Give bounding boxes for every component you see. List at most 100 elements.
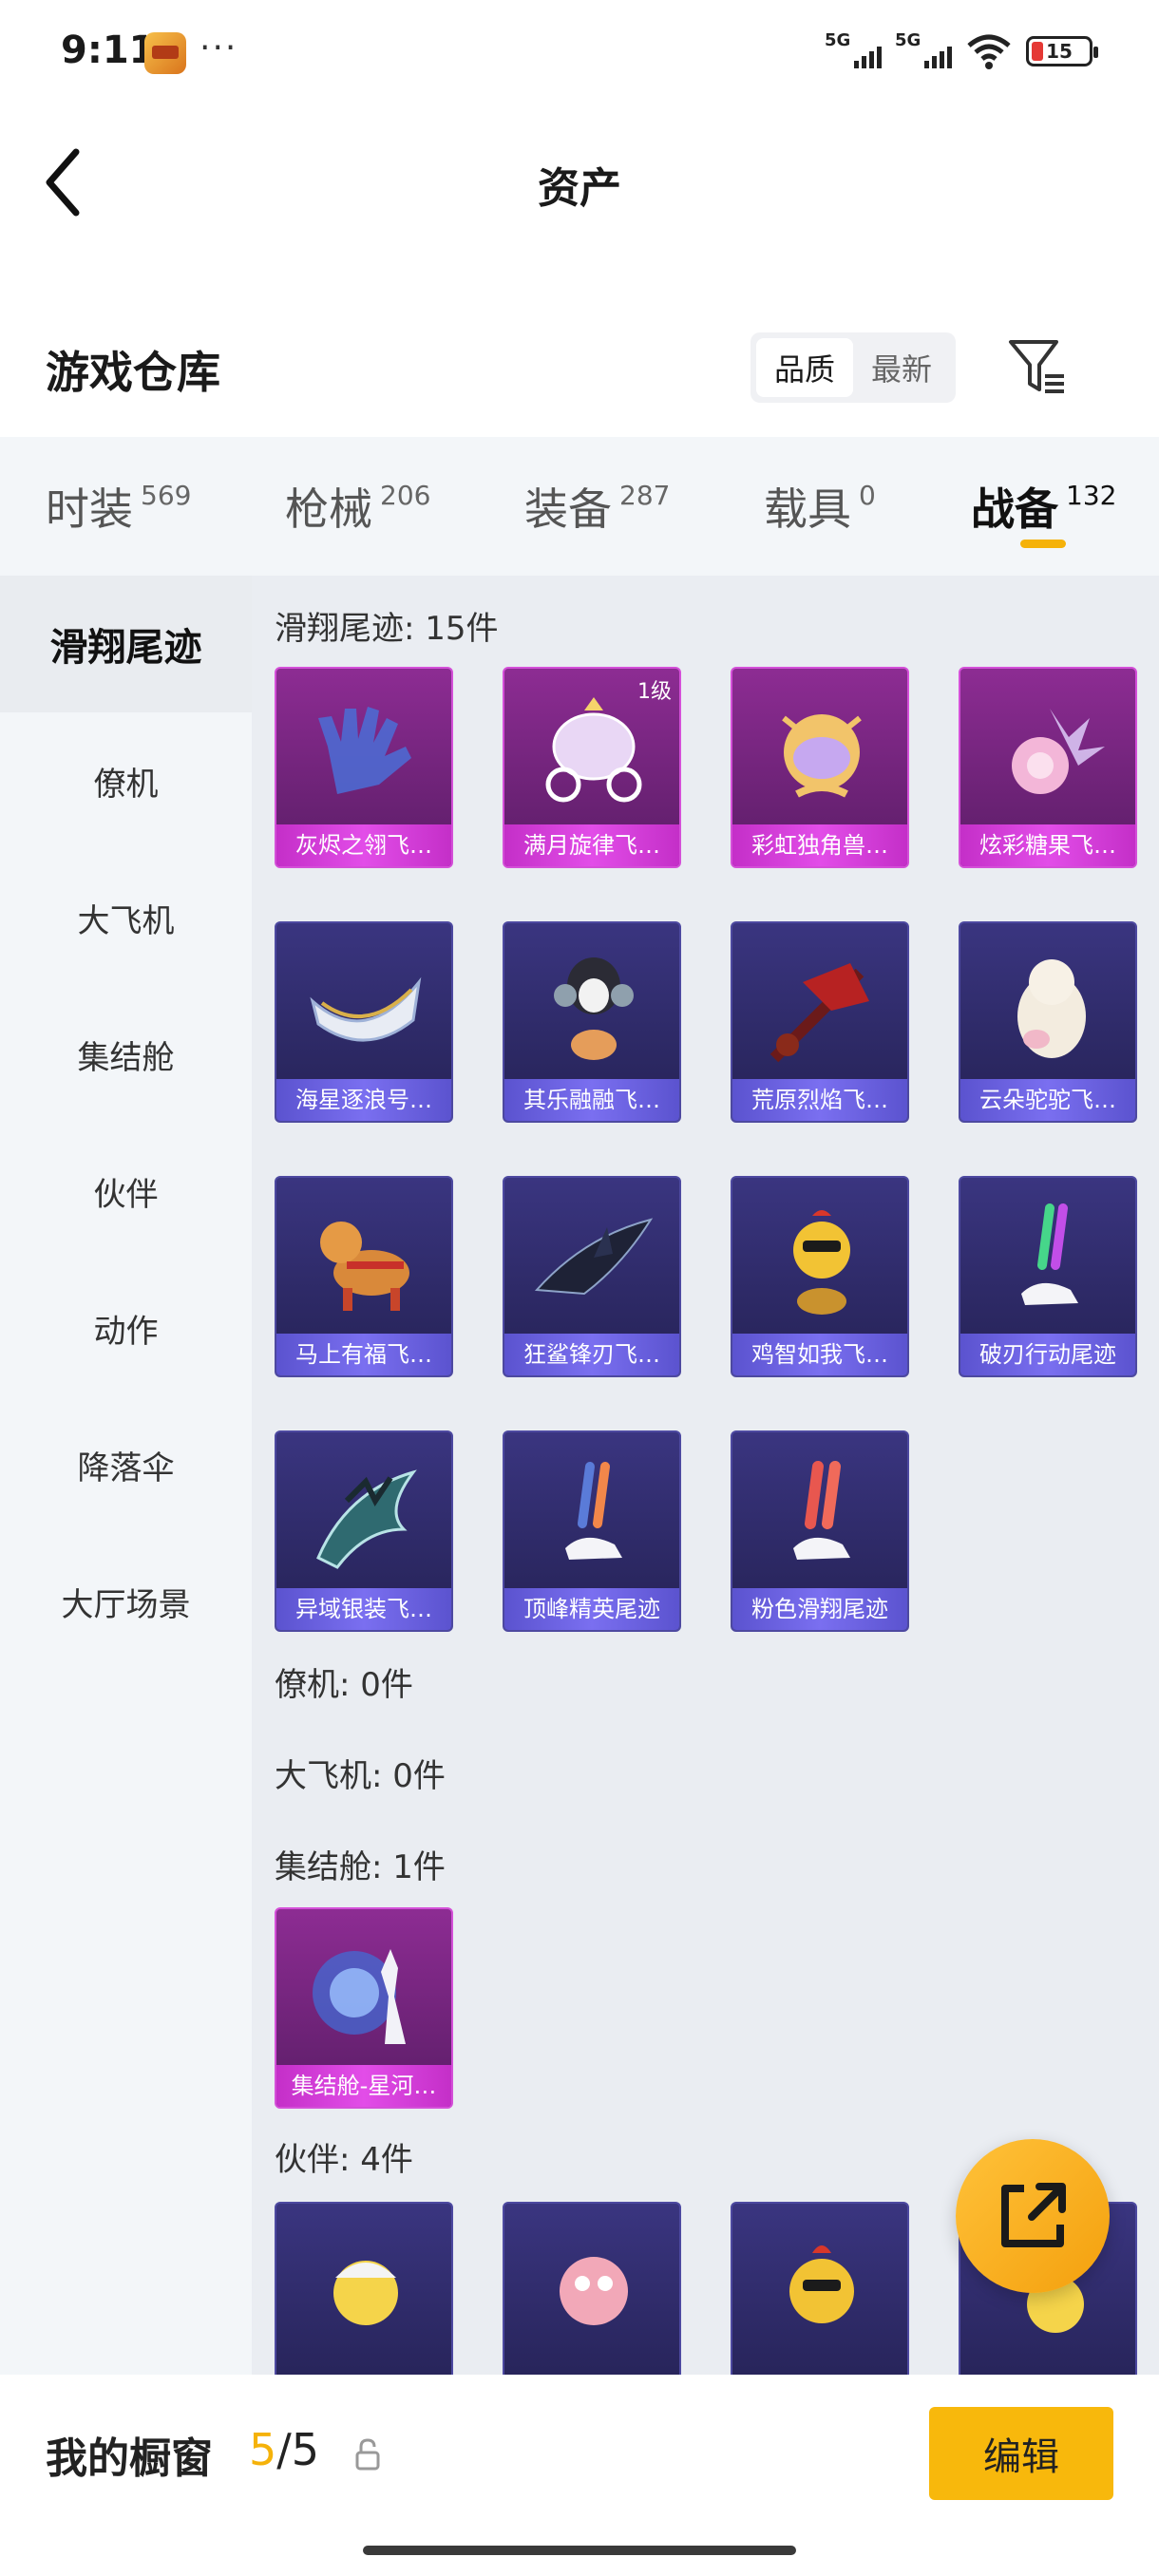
edit-button[interactable]: 编辑 bbox=[929, 2407, 1113, 2500]
item-card[interactable]: 其乐融融飞… bbox=[503, 921, 681, 1123]
status-time: 9:11 bbox=[61, 28, 156, 72]
chicken-icon bbox=[789, 2245, 854, 2323]
portal-icon bbox=[313, 1949, 406, 2044]
item-card[interactable]: 马上有福飞… bbox=[275, 1176, 453, 1377]
warehouse-title: 游戏仓库 bbox=[46, 347, 220, 398]
item-card[interactable] bbox=[731, 2202, 909, 2375]
item-card[interactable] bbox=[503, 2202, 681, 2375]
app-header: 资产 bbox=[0, 104, 1159, 247]
signal-label-2: 5G bbox=[895, 30, 922, 50]
tab-label: 载具 bbox=[764, 483, 851, 535]
sidebar-item-parachute[interactable]: 降落伞 bbox=[0, 1396, 252, 1533]
trail-figure-icon bbox=[565, 1462, 622, 1560]
sidebar-item-action[interactable]: 动作 bbox=[0, 1260, 252, 1396]
tab-vehicles[interactable]: 载具 0 bbox=[764, 437, 876, 576]
item-label: 其乐融融飞… bbox=[504, 1079, 679, 1121]
item-card[interactable]: 灰烬之翎飞… bbox=[275, 667, 453, 868]
bird-icon bbox=[560, 2257, 628, 2325]
sort-toggle: 品质 最新 bbox=[750, 332, 956, 403]
item-label: 破刃行动尾迹 bbox=[960, 1334, 1135, 1375]
flame-glider-icon bbox=[770, 963, 869, 1063]
tab-label: 枪械 bbox=[285, 483, 372, 535]
tab-label: 战备 bbox=[971, 483, 1058, 535]
item-card[interactable]: 云朵驼驼飞… bbox=[959, 921, 1137, 1123]
home-indicator[interactable] bbox=[363, 2546, 796, 2555]
lock-icon bbox=[355, 2438, 380, 2471]
sidebar-item-glide-trail[interactable]: 滑翔尾迹 bbox=[0, 576, 252, 712]
item-card[interactable]: 炫彩糖果飞… bbox=[959, 667, 1137, 868]
active-tab-indicator bbox=[1020, 540, 1066, 548]
section-title-partner: 伙伴: 4件 bbox=[275, 2141, 413, 2179]
battery-level: 15 bbox=[1046, 40, 1073, 63]
item-label: 顶峰精英尾迹 bbox=[504, 1588, 679, 1630]
chicken-icon bbox=[793, 1210, 850, 1315]
filter-icon[interactable] bbox=[1007, 334, 1068, 399]
trail-figure-icon bbox=[793, 1461, 850, 1560]
alpaca-icon bbox=[1017, 959, 1086, 1058]
section-title-glide: 滑翔尾迹: 15件 bbox=[275, 610, 499, 648]
tab-equipment[interactable]: 装备 287 bbox=[524, 437, 670, 576]
section-title-pod: 集结舱: 1件 bbox=[275, 1848, 446, 1886]
item-label: 海星逐浪号… bbox=[276, 1079, 451, 1121]
item-label: 炫彩糖果飞… bbox=[960, 824, 1135, 866]
item-card[interactable]: 破刃行动尾迹 bbox=[959, 1176, 1137, 1377]
category-tabs: 时装 569 枪械 206 装备 287 载具 0 战备 132 bbox=[0, 437, 1159, 576]
sidebar-item-lobby-scene[interactable]: 大厅场景 bbox=[0, 1533, 252, 1670]
tab-count: 569 bbox=[141, 479, 192, 511]
more-notifications-icon: ··· bbox=[200, 28, 238, 67]
item-card[interactable]: 集结舱-星河… bbox=[275, 1907, 453, 2109]
sidebar-item-wingman[interactable]: 僚机 bbox=[0, 712, 252, 849]
sidebar-item-partner[interactable]: 伙伴 bbox=[0, 1123, 252, 1260]
item-label: 彩虹独角兽… bbox=[732, 824, 907, 866]
showcase-count: 5/5 bbox=[249, 2424, 319, 2475]
sidebar-item-pod[interactable]: 集结舱 bbox=[0, 986, 252, 1123]
item-card[interactable]: 顶峰精英尾迹 bbox=[503, 1430, 681, 1632]
item-card[interactable]: 粉色滑翔尾迹 bbox=[731, 1430, 909, 1632]
boat-icon bbox=[310, 976, 422, 1042]
wifi-icon bbox=[967, 34, 1011, 69]
item-label: 异域银装飞… bbox=[276, 1588, 451, 1630]
tab-count: 206 bbox=[380, 479, 431, 511]
showcase-label: 我的橱窗 bbox=[46, 2434, 213, 2483]
tab-count: 287 bbox=[619, 479, 671, 511]
sort-newest-option[interactable]: 最新 bbox=[853, 338, 950, 397]
signal-label: 5G bbox=[825, 30, 851, 50]
item-label: 马上有福飞… bbox=[276, 1334, 451, 1375]
page-title: 资产 bbox=[538, 164, 621, 213]
item-label: 粉色滑翔尾迹 bbox=[732, 1588, 907, 1630]
tab-war-prep[interactable]: 战备 132 bbox=[971, 437, 1116, 576]
item-card[interactable]: 彩虹独角兽… bbox=[731, 667, 909, 868]
share-export-button[interactable] bbox=[956, 2139, 1110, 2293]
section-title-big-plane: 大飞机: 0件 bbox=[275, 1757, 446, 1795]
item-label: 集结舱-星河… bbox=[276, 2065, 451, 2107]
item-card[interactable]: 1级 满月旋律飞… bbox=[503, 667, 681, 868]
trail-figure-icon bbox=[1021, 1203, 1078, 1305]
sort-quality-option[interactable]: 品质 bbox=[756, 338, 853, 397]
wing-glider-icon bbox=[316, 1469, 417, 1569]
item-card[interactable]: 荒原烈焰飞… bbox=[731, 921, 909, 1123]
tab-fashion[interactable]: 时装 569 bbox=[46, 437, 191, 576]
tab-guns[interactable]: 枪械 206 bbox=[285, 437, 430, 576]
item-label: 满月旋律飞… bbox=[504, 824, 679, 866]
item-label: 灰烬之翎飞… bbox=[276, 824, 451, 866]
unicorn-mirror-icon bbox=[782, 714, 862, 798]
item-label: 鸡智如我飞… bbox=[732, 1334, 907, 1375]
item-card[interactable]: 狂鲨锋刃飞… bbox=[503, 1176, 681, 1377]
item-card[interactable]: 异域银装飞… bbox=[275, 1430, 453, 1632]
horse-icon bbox=[320, 1222, 409, 1311]
item-label: 荒原烈焰飞… bbox=[732, 1079, 907, 1121]
shark-icon bbox=[534, 1218, 654, 1296]
signal-icon: 5G bbox=[825, 30, 882, 70]
glove-icon bbox=[318, 707, 411, 794]
tab-count: 132 bbox=[1066, 479, 1117, 511]
item-card[interactable] bbox=[275, 2202, 453, 2375]
sidebar: 滑翔尾迹 僚机 大飞机 集结舱 伙伴 动作 降落伞 大厅场景 bbox=[0, 576, 252, 2375]
showcase-total: 5 bbox=[291, 2424, 320, 2475]
sidebar-item-big-plane[interactable]: 大飞机 bbox=[0, 849, 252, 986]
section-title-wingman: 僚机: 0件 bbox=[275, 1666, 413, 1704]
item-card[interactable]: 海星逐浪号… bbox=[275, 921, 453, 1123]
status-bar: 9:11 ··· 5G 5G 15 bbox=[0, 0, 1159, 104]
item-card[interactable]: 鸡智如我飞… bbox=[731, 1176, 909, 1377]
item-label: 云朵驼驼飞… bbox=[960, 1079, 1135, 1121]
chick-icon bbox=[333, 2261, 398, 2325]
